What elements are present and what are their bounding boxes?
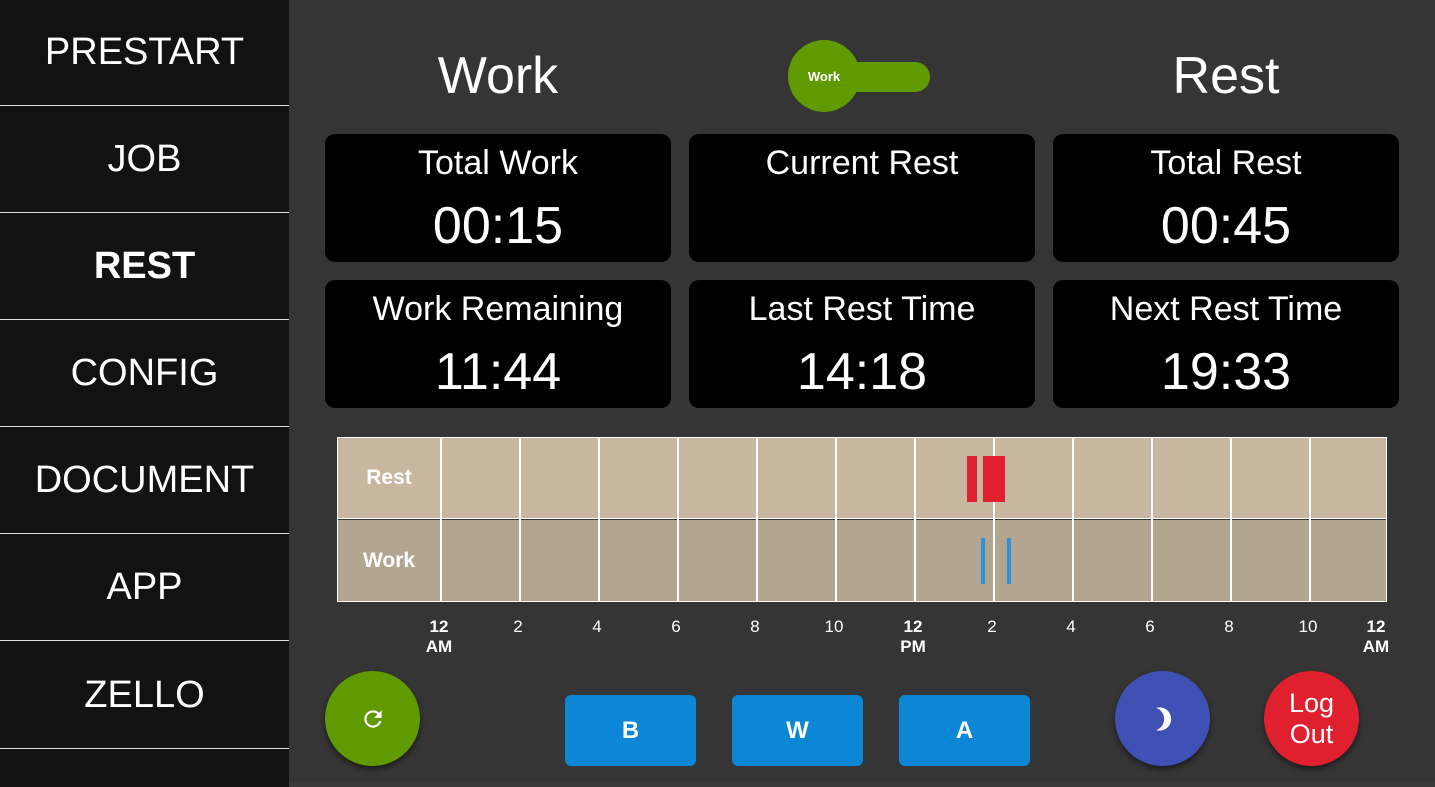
- work-rest-toggle[interactable]: Work: [788, 40, 931, 112]
- sidebar-item-label: CONFIG: [70, 352, 219, 394]
- rest-period-bar: [967, 456, 978, 502]
- w-button[interactable]: W: [732, 695, 863, 766]
- total-rest-card: Total Rest 00:45: [1053, 134, 1399, 262]
- work-period-bar: [1006, 538, 1011, 584]
- card-label: Next Rest Time: [1109, 290, 1343, 328]
- sidebar-item-label: REST: [93, 245, 196, 287]
- sidebar-item-label: PRESTART: [44, 31, 245, 73]
- timeline-tick-label: 6: [1145, 617, 1155, 636]
- night-mode-button[interactable]: [1115, 671, 1210, 766]
- timeline-rest-row: Rest: [338, 438, 1386, 519]
- timeline-gridline: [1230, 438, 1232, 601]
- work-period-bar: [981, 538, 986, 584]
- sidebar: PRESTART JOB REST CONFIG DOCUMENT APP ZE…: [0, 0, 289, 787]
- logout-label-line2: Out: [1289, 718, 1334, 749]
- moon-icon: [1155, 706, 1171, 731]
- sidebar-item-prestart[interactable]: PRESTART: [0, 0, 289, 106]
- toggle-knob[interactable]: Work: [788, 40, 860, 112]
- refresh-button[interactable]: [325, 671, 420, 766]
- sidebar-item-label: JOB: [107, 138, 182, 180]
- refresh-icon: [363, 709, 382, 728]
- last-rest-time-card: Last Rest Time 14:18: [689, 280, 1035, 408]
- current-rest-card: Current Rest: [689, 134, 1035, 262]
- sidebar-item-label: ZELLO: [84, 674, 205, 716]
- timeline-tick-label: 8: [750, 617, 760, 636]
- sidebar-item-config[interactable]: CONFIG: [0, 321, 289, 427]
- timeline-gridline: [677, 438, 679, 601]
- total-work-card: Total Work 00:15: [325, 134, 671, 262]
- timeline-gridline: [835, 438, 837, 601]
- timeline-work-row: Work: [338, 520, 1386, 601]
- timeline-tick-label: 4: [1066, 617, 1076, 636]
- timeline-gridline: [914, 438, 916, 601]
- next-rest-time-card: Next Rest Time 19:33: [1053, 280, 1399, 408]
- timeline-gridline: [756, 438, 758, 601]
- card-value: 11:44: [434, 343, 562, 401]
- work-mode-label: Work: [437, 47, 559, 105]
- card-label: Work Remaining: [372, 290, 624, 328]
- sidebar-item-rest[interactable]: REST: [0, 214, 289, 320]
- sidebar-item-label: DOCUMENT: [34, 459, 255, 501]
- timeline-tick-label: 6: [671, 617, 681, 636]
- timeline-gridline: [440, 438, 442, 601]
- card-value: 14:18: [796, 343, 928, 401]
- card-value: 00:45: [1160, 197, 1292, 255]
- card-value: 19:33: [1160, 343, 1292, 401]
- timeline-gridline: [519, 438, 521, 601]
- sidebar-item-app[interactable]: APP: [0, 535, 289, 641]
- activity-timeline: Rest Work: [337, 437, 1387, 602]
- timeline-tick-label: 4: [592, 617, 602, 636]
- toggle-label: Work: [807, 68, 841, 84]
- timeline-tick-label: 10: [1298, 617, 1318, 636]
- timeline-gridline: [1072, 438, 1074, 601]
- card-label: Total Work: [418, 144, 578, 182]
- logout-button[interactable]: Log Out: [1264, 671, 1359, 766]
- rest-period-bar: [983, 456, 1005, 502]
- timeline-tick-label: 2: [987, 617, 997, 636]
- timeline-row-label: Rest: [366, 466, 412, 489]
- logout-label-line1: Log: [1288, 687, 1335, 718]
- card-value: 00:15: [432, 197, 564, 255]
- timeline-tick-label: 12 AM: [425, 617, 453, 656]
- b-button[interactable]: B: [565, 695, 696, 766]
- card-label: Last Rest Time: [748, 290, 976, 328]
- timeline-tick-label: 8: [1224, 617, 1234, 636]
- timeline-gridline: [1309, 438, 1311, 601]
- rest-mode-label: Rest: [1172, 47, 1280, 105]
- work-remaining-card: Work Remaining 11:44: [325, 280, 671, 408]
- timeline-tick-label: 12 PM: [900, 617, 926, 656]
- timeline-gridline: [1151, 438, 1153, 601]
- timeline-gridline: [598, 438, 600, 601]
- timeline-tick-label: 12 AM: [1362, 617, 1390, 656]
- timeline-tick-label: 2: [513, 617, 523, 636]
- timeline-tick-label: 10: [824, 617, 844, 636]
- sidebar-item-job[interactable]: JOB: [0, 107, 289, 213]
- a-button[interactable]: A: [899, 695, 1030, 766]
- card-label: Total Rest: [1150, 144, 1302, 182]
- sidebar-item-document[interactable]: DOCUMENT: [0, 428, 289, 534]
- a-button-label: A: [955, 716, 974, 744]
- sidebar-item-zello[interactable]: ZELLO: [0, 643, 289, 749]
- w-button-label: W: [786, 716, 809, 744]
- card-label: Current Rest: [765, 144, 959, 182]
- timeline-row-label: Work: [362, 548, 416, 572]
- sidebar-item-label: APP: [106, 566, 183, 608]
- b-button-label: B: [621, 716, 640, 744]
